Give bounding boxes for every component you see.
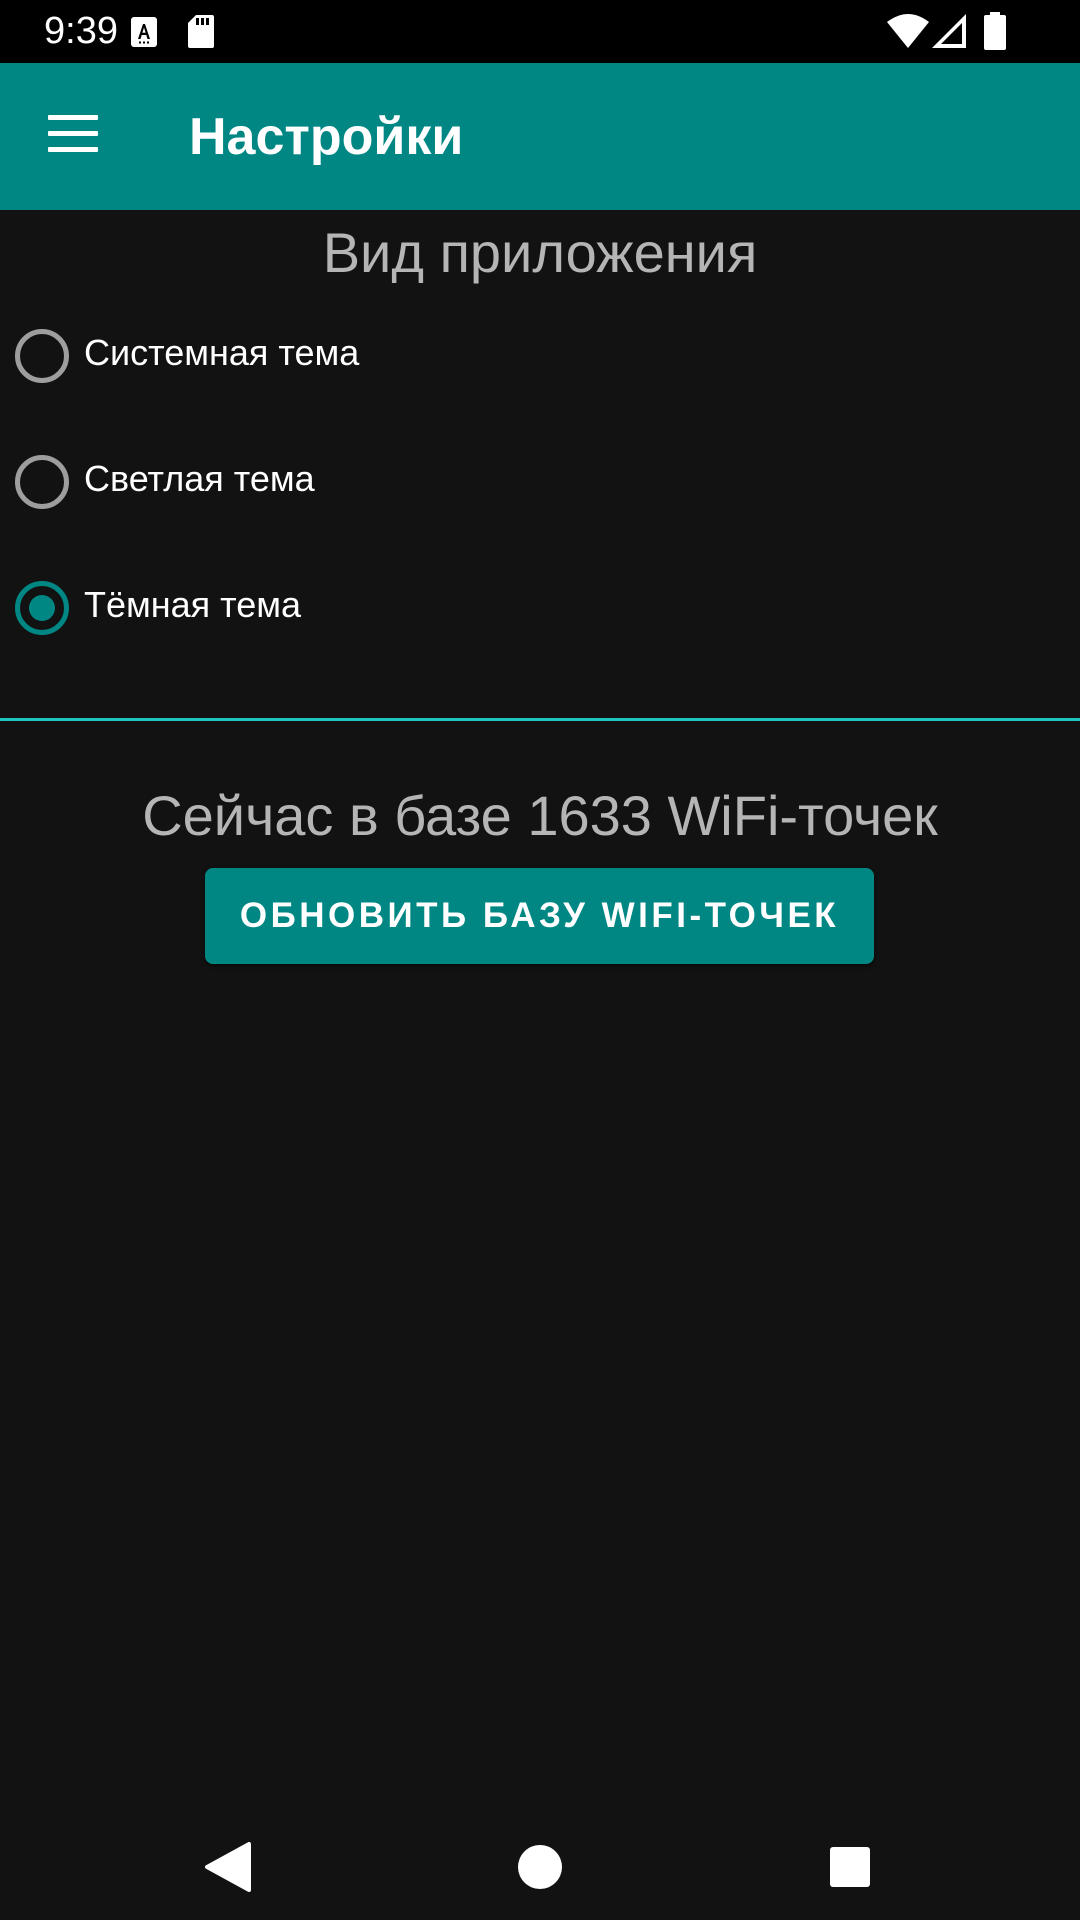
radio-button-icon[interactable]	[15, 455, 69, 509]
hamburger-menu-icon[interactable]	[24, 99, 120, 175]
back-triangle-icon[interactable]	[174, 1810, 284, 1910]
battery-icon	[984, 12, 1006, 50]
status-bar: 9:39	[0, 0, 1080, 63]
radio-button-icon[interactable]	[15, 329, 69, 383]
radio-button-checked-icon[interactable]	[15, 581, 69, 635]
appearance-heading: Вид приложения	[322, 221, 758, 284]
radio-label: Светлая тема	[84, 458, 315, 499]
status-time: 9:39	[44, 10, 118, 52]
app-bar: Настройки	[0, 63, 1080, 210]
radio-dark-theme[interactable]: Тёмная тема	[0, 552, 700, 662]
cell-signal-icon	[932, 14, 966, 48]
settings-screen: 9:39 Настройки Вид приложения Системная …	[0, 0, 1080, 1920]
page-title: Настройки	[189, 108, 464, 166]
radio-label: Системная тема	[84, 332, 360, 373]
recents-square-icon[interactable]	[794, 1810, 904, 1910]
radio-light-theme[interactable]: Светлая тема	[0, 426, 700, 536]
section-divider	[0, 718, 1080, 721]
radio-label: Тёмная тема	[84, 584, 302, 625]
radio-dot	[29, 595, 55, 621]
a11y-notification-icon	[131, 17, 157, 47]
sd-card-icon	[188, 15, 214, 48]
update-database-button[interactable]: ОБНОВИТЬ БАЗУ WIFI-ТОЧЕК	[205, 868, 874, 964]
home-circle-icon[interactable]	[484, 1810, 594, 1910]
database-count-text: Сейчас в базе 1633 WiFi-точек	[142, 784, 938, 847]
navigation-bar	[0, 1800, 1080, 1920]
radio-system-theme[interactable]: Системная тема	[0, 300, 700, 410]
wifi-icon	[887, 14, 929, 48]
